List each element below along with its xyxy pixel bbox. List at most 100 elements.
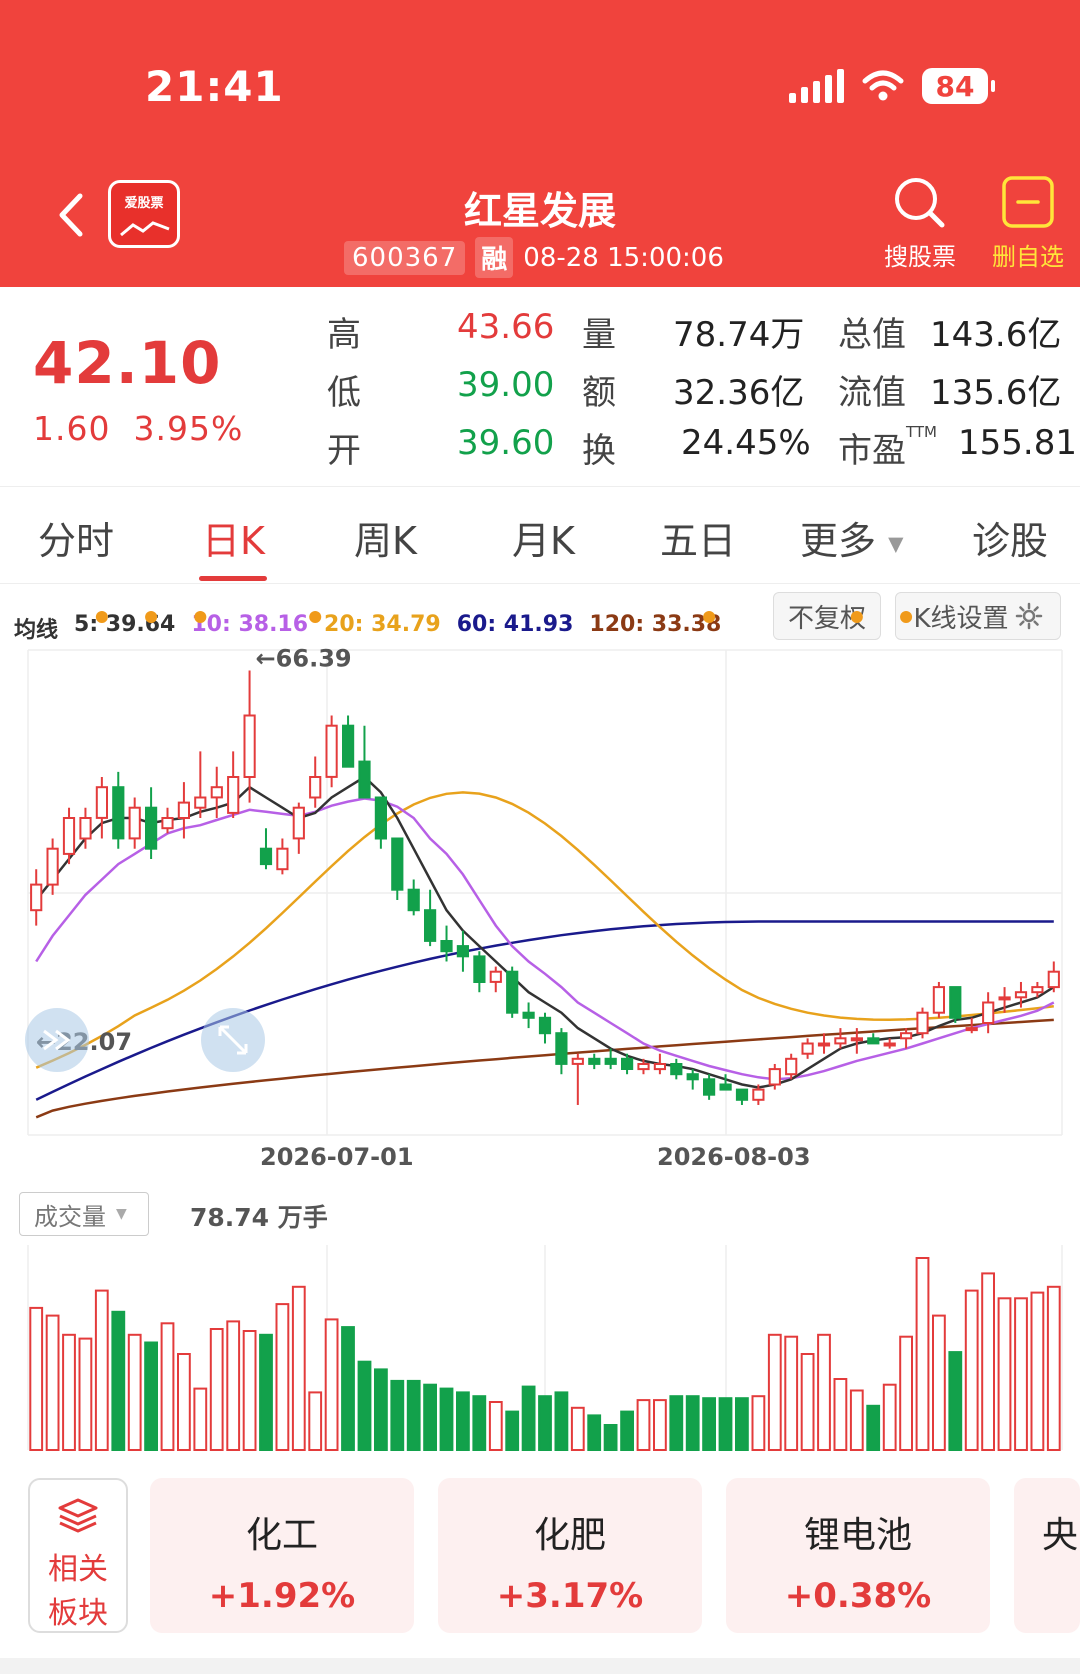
sector-name: 化工 <box>245 1515 318 1556</box>
remove-watchlist-button[interactable]: 删自选 <box>978 175 1078 272</box>
candle-body <box>637 1063 650 1071</box>
float-cap-label: 流值 <box>838 373 906 413</box>
gear-icon <box>1015 602 1042 630</box>
candle-body <box>227 776 240 814</box>
volume-bar <box>538 1395 552 1451</box>
candle-body <box>850 1037 863 1042</box>
candle-body <box>900 1032 913 1040</box>
volume-bar <box>751 1395 766 1451</box>
volume-bar <box>1014 1297 1028 1451</box>
volume-bar <box>439 1387 454 1452</box>
adjust-mode-button[interactable]: 不复权 <box>773 592 881 640</box>
volume-bar <box>718 1397 733 1451</box>
pe-label-text: 市盈 <box>838 431 906 471</box>
candle-body <box>473 955 486 983</box>
tab-more[interactable]: 更多 ▼ <box>800 510 904 565</box>
candle-body <box>30 883 43 912</box>
volume-bar <box>735 1397 749 1451</box>
sector-card[interactable]: 化工 +1.92% <box>150 1478 414 1633</box>
candle-body <box>309 776 322 799</box>
volume-indicator-select[interactable]: 成交量 ▼ <box>19 1192 149 1236</box>
volume-label: 量 <box>582 315 616 355</box>
tab-intraday[interactable]: 分时 <box>38 510 114 565</box>
quote-datetime: 08-28 15:00:06 <box>523 242 724 273</box>
candle-body <box>735 1088 749 1101</box>
volume-bar <box>833 1378 848 1451</box>
volume-bar <box>259 1333 273 1451</box>
search-icon <box>895 178 945 228</box>
x-axis-date-1: 2026-07-01 <box>260 1143 414 1171</box>
search-stock-button[interactable]: 搜股票 <box>870 175 970 272</box>
volume-chart[interactable] <box>0 1245 1080 1455</box>
candle-body <box>998 996 1011 1001</box>
sector-card[interactable]: 锂电池 +0.38% <box>726 1478 990 1633</box>
kline-settings-label: K线设置 <box>913 603 1009 634</box>
candle-body <box>752 1088 765 1101</box>
high-annotation: ←66.39 <box>256 644 352 672</box>
event-dot <box>194 611 207 623</box>
candlestick-chart[interactable]: ←66.39←22.07 <box>0 611 1080 1140</box>
quote-panel: 42.10 1.60 3.95% 高 43.66 低 39.00 开 39.60… <box>0 287 1080 487</box>
candle-body <box>112 786 125 840</box>
sector-change: +1.92% <box>208 1576 356 1616</box>
volume-bar <box>472 1395 487 1451</box>
volume-bar <box>702 1397 717 1451</box>
candle-body <box>604 1057 617 1065</box>
status-icons: 84 <box>789 68 995 104</box>
turnover-label: 换 <box>582 431 616 471</box>
mktcap-value: 143.6亿 <box>930 315 1062 355</box>
candle-body <box>817 1042 831 1047</box>
bottom-strip <box>0 1658 1080 1674</box>
ma120-value: 120: 33.38 <box>589 612 722 637</box>
candle-body <box>571 1057 584 1065</box>
sector-card[interactable]: 央 <box>1014 1478 1080 1633</box>
volume-bar <box>849 1389 864 1451</box>
volume-bar <box>882 1383 897 1451</box>
minus-box-icon <box>1002 176 1054 228</box>
layers-icon <box>58 1498 98 1533</box>
tab-monthly-k[interactable]: 月K <box>512 510 575 565</box>
volume-bar <box>144 1341 158 1451</box>
volume-indicator-label: 成交量 <box>34 1202 106 1231</box>
active-tab-indicator <box>199 576 267 581</box>
sector-change: +0.38% <box>784 1576 932 1616</box>
candle-body <box>210 786 223 799</box>
candle-body <box>145 806 158 850</box>
candle-body <box>506 970 519 1014</box>
volume-reading: 78.74 万手 <box>190 1203 328 1232</box>
candle-body <box>177 801 191 820</box>
tab-diagnose[interactable]: 诊股 <box>972 510 1048 565</box>
related-sectors-button[interactable]: 相关 板块 <box>28 1478 128 1633</box>
high-value: 43.66 <box>457 307 555 347</box>
sector-card[interactable]: 化肥 +3.17% <box>438 1478 702 1633</box>
pe-ttm-sup: TTM <box>906 423 938 441</box>
volume-bar <box>932 1314 946 1451</box>
candle-body <box>276 847 289 871</box>
event-dot <box>703 611 716 623</box>
candle-body <box>374 796 387 840</box>
volume-bar <box>964 1289 979 1451</box>
volume-bar <box>193 1387 208 1452</box>
candle-body <box>965 1027 978 1032</box>
candle-body <box>834 1037 847 1045</box>
tab-daily-k[interactable]: 日K <box>202 510 265 565</box>
sector-name: 锂电池 <box>803 1515 912 1556</box>
candle-body <box>243 714 256 778</box>
candle-body <box>128 806 141 840</box>
candle-body <box>932 986 945 1014</box>
volume-bar <box>127 1333 142 1451</box>
search-stock-label: 搜股票 <box>884 243 956 271</box>
candle-body <box>342 724 355 768</box>
volume-bar <box>866 1404 881 1452</box>
header-bar: 21:41 84 爱股票 红星发展 600367 融 08-28 15:00:0… <box>0 0 1080 287</box>
volume-bar <box>554 1391 569 1451</box>
tab-weekly-k[interactable]: 周K <box>354 510 417 565</box>
tab-five-day[interactable]: 五日 <box>660 510 736 565</box>
tab-more-label: 更多 <box>800 519 877 563</box>
remove-watchlist-label: 删自选 <box>992 243 1064 271</box>
candle-body <box>489 970 502 983</box>
volume-bar <box>78 1337 93 1451</box>
volume-bar <box>1030 1291 1045 1451</box>
kline-settings-button[interactable]: K线设置 <box>895 592 1061 640</box>
volume-bar <box>177 1353 191 1451</box>
